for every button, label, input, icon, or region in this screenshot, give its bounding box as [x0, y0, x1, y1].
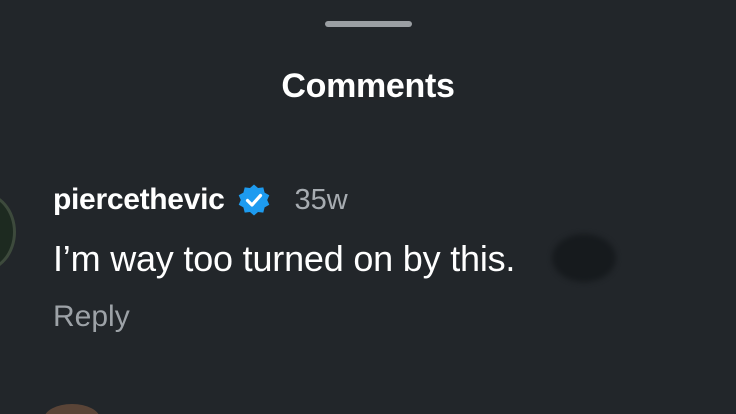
- next-comment-avatar[interactable]: [44, 404, 100, 414]
- sheet-title: Comments: [281, 67, 455, 105]
- blurred-emoji-icon: [552, 234, 616, 282]
- verified-badge-icon: [237, 183, 271, 217]
- avatar[interactable]: [0, 192, 16, 272]
- comments-sheet: Comments piercethevic 35w I’m way too tu…: [0, 0, 736, 414]
- comment-text: I’m way too turned on by this.: [53, 238, 516, 279]
- comment-header: piercethevic 35w: [53, 180, 348, 220]
- drag-handle[interactable]: [325, 21, 412, 27]
- username[interactable]: piercethevic: [53, 183, 225, 217]
- comment-timestamp: 35w: [294, 183, 348, 216]
- reply-button[interactable]: Reply: [53, 299, 130, 335]
